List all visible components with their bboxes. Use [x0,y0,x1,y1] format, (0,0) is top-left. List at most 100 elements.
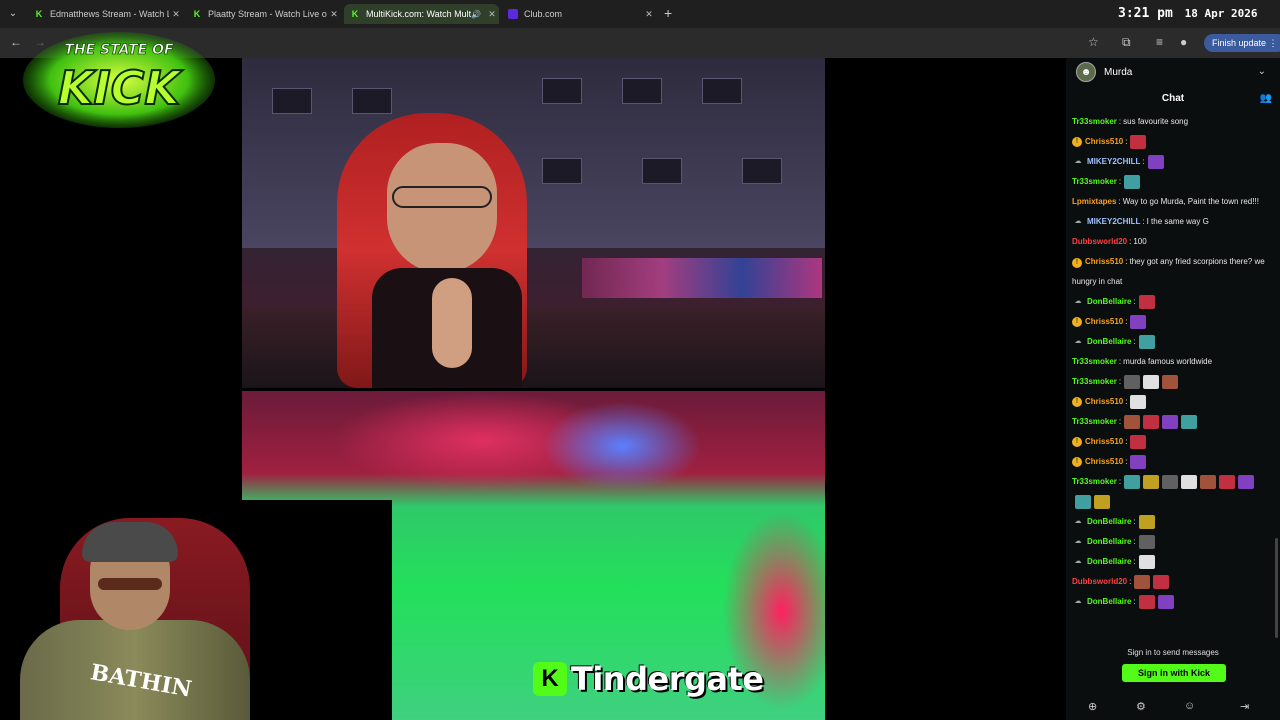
close-icon[interactable]: ✕ [327,9,341,20]
chat-channel-selector[interactable]: ☻ Murda ⌄ [1066,58,1280,86]
chat-username[interactable]: Tr33smoker [1072,112,1117,132]
ghost-badge-icon: ☁ [1074,218,1082,225]
add-user-icon[interactable]: ⊕ [1088,700,1097,713]
profile-avatar-icon[interactable]: ● [1180,35,1187,49]
club-icon [508,9,518,19]
chat-header: Chat 👥 [1066,88,1280,110]
ghost-badge-icon: ☁ [1074,538,1082,545]
chat-message-list[interactable]: Tr33smoker: sus favourite song! Chriss510:… [1072,112,1272,632]
ghost-badge-icon: ☁ [1074,298,1082,305]
chat-message: Tr33smoker: [1072,172,1272,192]
chat-username[interactable]: Chriss510 [1085,132,1123,152]
chat-colon: : [1125,317,1128,326]
users-icon[interactable]: 👥 [1260,93,1272,104]
chat-message: ☁ MIKEY2CHILL: [1072,152,1272,172]
chat-colon: : [1133,597,1136,606]
chat-username[interactable]: Chriss510 [1085,452,1123,472]
chat-emote-icon [1162,415,1179,429]
gear-icon[interactable]: ⚙ [1136,700,1146,713]
close-icon[interactable]: ✕ [169,9,183,20]
chat-colon: : [1118,477,1122,486]
chat-username[interactable]: Chriss510 [1085,312,1123,332]
signin-button-label: Sign in with Kick [1137,668,1210,678]
back-arrow-icon[interactable]: ← [10,35,22,49]
chat-title: Chat [1161,93,1185,104]
chat-username[interactable]: DonBellaire [1087,532,1131,552]
multikick-icon: K [351,9,359,19]
chat-username[interactable]: DonBellaire [1087,292,1131,312]
tab-search-chevron-icon[interactable]: ⌄ [4,5,22,23]
chat-username[interactable]: Chriss510 [1085,257,1123,266]
chat-colon: : [1133,297,1136,306]
chat-colon: : [1142,157,1145,166]
video-window-shape [642,158,682,184]
chevron-down-icon[interactable]: ⌄ [1258,66,1266,77]
signin-with-kick-button[interactable]: Sign in with Kick [1122,664,1226,682]
chat-message: ☁ DonBellaire: [1072,292,1272,312]
chat-message: ! Chriss510: [1072,452,1272,472]
coin-badge-icon: ! [1072,397,1082,407]
tab-multikick[interactable]: K MultiKick.com: Watch Multi 🔊 ✕ [344,4,499,24]
video-window-shape [352,88,392,114]
chat-emote-icon [1219,474,1236,489]
clock-date: 18 Apr 2026 [1184,7,1258,20]
chat-emote-icon [1138,535,1155,549]
chat-message: Dubbsworld20: [1072,572,1272,592]
chat-emote-icon [1181,474,1198,489]
chat-username[interactable]: Tr33smoker [1072,412,1117,432]
chat-username[interactable]: Chriss510 [1085,392,1123,412]
chat-username[interactable]: MIKEY2CHILL [1087,152,1140,172]
reading-list-icon[interactable]: ≡ [1156,35,1163,49]
ghost-badge-icon: ☁ [1074,598,1082,605]
chat-scrollbar[interactable] [1275,538,1278,638]
extensions-icon[interactable]: ⧉ [1122,35,1131,50]
kick-icon: K [193,9,201,19]
chat-username[interactable]: DonBellaire [1087,332,1131,352]
chat-message: Lpmixtapes: Way to go Murda, Paint the to… [1072,192,1272,212]
chat-emote-icon [1147,155,1164,169]
chat-username[interactable]: MIKEY2CHILL [1087,212,1140,232]
chat-text: murda famous worldwide [1123,357,1213,366]
tab-title: MultiKick.com: Watch Multi [366,9,472,19]
chat-username[interactable]: Tr33smoker [1072,372,1117,392]
chat-text: sus favourite song [1123,117,1189,126]
tab-plaatty[interactable]: K Plaatty Stream - Watch Live on ✕ [186,4,341,24]
speaker-icon[interactable]: 🔊 [471,10,481,19]
finish-update-button[interactable]: Finish update ⋮ [1204,34,1280,52]
chat-username[interactable]: DonBellaire [1087,512,1131,532]
chat-username[interactable]: Tr33smoker [1072,172,1117,192]
chat-emote-icon [1200,474,1217,489]
chat-message: ☁ MIKEY2CHILL: I the same way G [1072,212,1272,232]
chat-username[interactable]: Tr33smoker [1072,477,1117,486]
video-neon-lights [582,258,822,298]
bookmark-star-icon[interactable]: ☆ [1088,35,1099,49]
chat-emote-icon [1130,435,1147,449]
ghost-badge-icon: ☁ [1074,558,1082,565]
chat-emote-icon [1143,375,1160,389]
chat-username[interactable]: Dubbsworld20 [1072,572,1127,592]
chat-username[interactable]: DonBellaire [1087,552,1131,572]
clock-overlay: 3:21 pm 18 Apr 2026 [1118,6,1257,21]
chat-message: ! Chriss510: [1072,392,1272,412]
streamer-name: Murda [1104,66,1133,78]
chat-colon: : [1125,397,1128,406]
tab-club[interactable]: Club.com ✕ [502,4,656,24]
chat-username[interactable]: Tr33smoker [1072,352,1117,372]
kick-logo-icon: K [533,662,567,696]
tab-edmatthews[interactable]: K Edmatthews Stream - Watch Live ✕ [28,4,183,24]
chat-username[interactable]: Dubbsworld20 [1072,232,1127,252]
video-person-glasses [392,186,492,208]
close-icon[interactable]: ✕ [642,9,656,20]
close-icon[interactable]: ✕ [485,9,499,20]
chat-colon: : [1129,237,1132,246]
emote-icon[interactable]: ☺ [1184,700,1195,712]
chat-colon: : [1142,217,1145,226]
stream-video-top[interactable] [242,58,825,388]
tab-title: Plaatty Stream - Watch Live on [208,9,327,19]
chat-username[interactable]: Chriss510 [1085,432,1123,452]
chat-text: I the same way G [1146,217,1209,226]
new-tab-plus-icon[interactable]: + [664,5,672,21]
chat-username[interactable]: DonBellaire [1087,592,1131,612]
popout-icon[interactable]: ⇥ [1240,700,1249,713]
chat-username[interactable]: Lpmixtapes [1072,197,1116,206]
